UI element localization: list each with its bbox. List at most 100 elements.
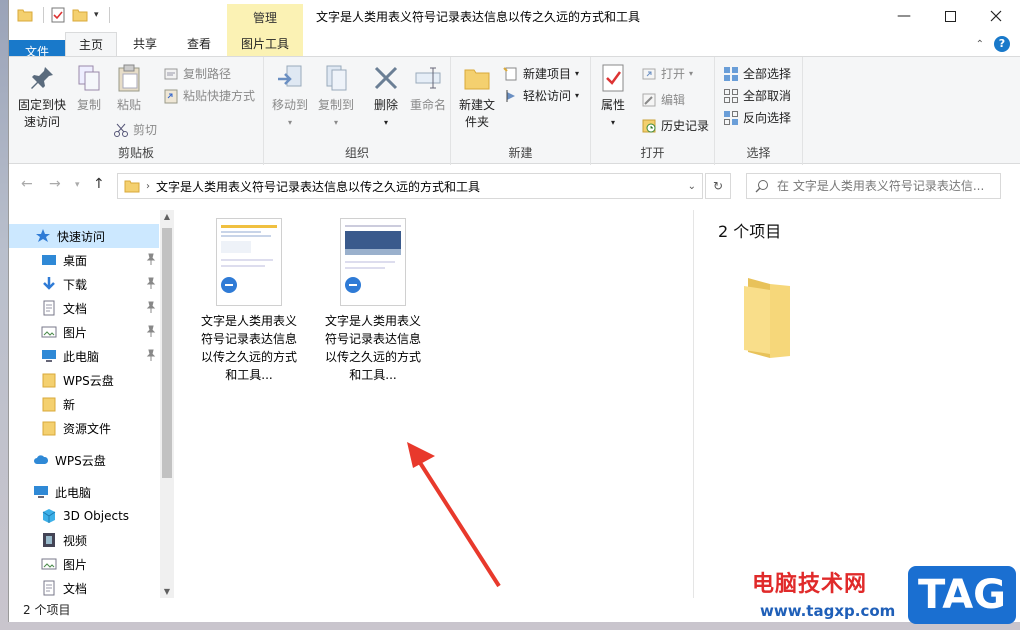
close-button[interactable] xyxy=(973,0,1019,32)
new-item-button[interactable]: 新建项目 ▾ xyxy=(503,65,579,82)
help-icon[interactable]: ? xyxy=(994,36,1010,52)
nav-item-pc-documents[interactable]: 文档 xyxy=(9,576,159,600)
nav-scrollbar[interactable]: ▲ ▼ xyxy=(160,210,174,598)
pin-icon[interactable] xyxy=(145,325,157,337)
pin-icon[interactable] xyxy=(145,277,157,289)
move-to-button[interactable]: 移动到 ▾ xyxy=(268,63,312,131)
copy-button[interactable]: 复制 xyxy=(71,63,107,114)
new-folder-icon xyxy=(464,69,490,90)
open-button[interactable]: 打开 ▾ xyxy=(641,65,693,82)
watermark-logo: TAG xyxy=(908,566,1016,624)
new-folder-icon[interactable] xyxy=(72,7,88,23)
nav-item-documents[interactable]: 文档 xyxy=(9,296,159,320)
nav-item-new-folder[interactable]: 新 xyxy=(9,392,159,416)
properties-check-icon[interactable] xyxy=(50,7,66,23)
rename-label: 重命名 xyxy=(409,98,446,112)
nav-item-resources[interactable]: 资源文件 xyxy=(9,416,159,440)
file-item[interactable]: 文字是人类用表义符号记录表达信息以传之久远的方式和工具... xyxy=(323,218,423,384)
nav-wps-cloud[interactable]: WPS云盘 xyxy=(9,448,159,472)
properties-button[interactable]: 属性 ▾ xyxy=(595,63,631,131)
rename-button[interactable]: 重命名 xyxy=(406,63,450,114)
search-input[interactable] xyxy=(777,179,987,193)
nav-item-pictures[interactable]: 图片 xyxy=(9,320,159,344)
nav-this-pc[interactable]: 此电脑 xyxy=(9,480,159,504)
nav-item-wps-cloud-folder[interactable]: WPS云盘 xyxy=(9,368,159,392)
tab-share[interactable]: 共享 xyxy=(119,32,171,56)
forward-arrow-icon[interactable]: → xyxy=(49,176,61,192)
nav-label: 图片 xyxy=(63,557,88,572)
document-icon xyxy=(43,580,55,596)
paste-shortcut-button[interactable]: 粘贴快捷方式 xyxy=(163,87,255,104)
up-arrow-icon[interactable]: ↑ xyxy=(93,176,105,192)
watermark: 电脑技术网 www.tagxp.com TAG xyxy=(752,566,1020,630)
divider xyxy=(108,7,110,23)
folder-icon[interactable] xyxy=(17,7,33,23)
preview-pane: 2 个项目 xyxy=(693,210,1020,598)
group-open: 属性 ▾ 打开 ▾ 编辑 历史记录 打开 xyxy=(591,57,715,165)
minimize-button[interactable]: — xyxy=(881,0,927,32)
nav-item-videos[interactable]: 视频 xyxy=(9,528,159,552)
folder-icon xyxy=(42,373,56,388)
nav-label: 下载 xyxy=(63,277,88,292)
nav-item-this-pc[interactable]: 此电脑 xyxy=(9,344,159,368)
recent-chevron-icon[interactable]: ▾ xyxy=(75,180,80,190)
title-bar: ▾ 管理 文字是人类用表义符号记录表达信息以传之久远的方式和工具 — xyxy=(9,0,1020,32)
scissors-icon xyxy=(114,123,128,137)
select-all-button[interactable]: 全部选择 xyxy=(723,65,791,82)
tab-manage[interactable]: 管理 xyxy=(227,4,303,32)
tab-view[interactable]: 查看 xyxy=(173,32,225,56)
new-item-icon xyxy=(503,66,517,80)
file-item[interactable]: 文字是人类用表义符号记录表达信息以传之久远的方式和工具... xyxy=(199,218,299,384)
invert-selection-button[interactable]: 反向选择 xyxy=(723,109,791,126)
nav-item-3d-objects[interactable]: 3D Objects xyxy=(9,504,159,528)
chevron-down-icon: ▾ xyxy=(610,118,615,127)
back-arrow-icon[interactable]: ← xyxy=(21,176,33,192)
tab-home[interactable]: 主页 xyxy=(65,32,117,56)
pin-icon[interactable] xyxy=(145,301,157,313)
select-none-icon xyxy=(724,88,738,103)
chevron-down-icon[interactable]: ▾ xyxy=(94,10,99,20)
address-bar[interactable]: › 文字是人类用表义符号记录表达信息以传之久远的方式和工具 ⌄ xyxy=(117,173,703,199)
select-none-button[interactable]: 全部取消 xyxy=(723,87,791,104)
scroll-down-icon[interactable]: ▼ xyxy=(160,587,174,596)
chevron-down-icon[interactable]: ⌄ xyxy=(688,181,696,192)
nav-label: 桌面 xyxy=(63,253,88,268)
divider xyxy=(43,7,44,23)
easy-access-button[interactable]: 轻松访问 ▾ xyxy=(503,87,579,104)
nav-item-desktop[interactable]: 桌面 xyxy=(9,248,159,272)
cube-icon xyxy=(42,509,56,523)
nav-item-downloads[interactable]: 下载 xyxy=(9,272,159,296)
chevron-down-icon: ▾ xyxy=(575,69,580,78)
maximize-button[interactable] xyxy=(927,0,973,32)
quick-access-toolbar: ▾ xyxy=(17,7,110,23)
search-box[interactable] xyxy=(746,173,1001,199)
cut-button[interactable]: 剪切 xyxy=(113,121,157,138)
watermark-site-name: 电脑技术网 xyxy=(752,572,868,597)
tab-picture-tools[interactable]: 图片工具 xyxy=(227,32,303,56)
breadcrumb-path[interactable]: 文字是人类用表义符号记录表达信息以传之久远的方式和工具 xyxy=(156,178,480,195)
new-folder-button[interactable]: 新建文件夹 xyxy=(455,63,499,131)
scrollbar-thumb[interactable] xyxy=(162,228,172,478)
chevron-up-icon[interactable]: ⌃ xyxy=(976,39,984,50)
chevron-down-icon: ▾ xyxy=(689,69,694,78)
edit-button[interactable]: 编辑 xyxy=(641,91,685,108)
chevron-down-icon: ▾ xyxy=(383,118,388,127)
refresh-button[interactable]: ↻ xyxy=(705,173,731,199)
nav-quick-access[interactable]: 快速访问 xyxy=(9,224,159,248)
pin-icon[interactable] xyxy=(145,349,157,361)
pin-icon[interactable] xyxy=(145,253,157,265)
breadcrumb-chevron-icon: › xyxy=(146,180,150,192)
paste-button[interactable]: 粘贴 xyxy=(109,63,149,114)
nav-item-pc-pictures[interactable]: 图片 xyxy=(9,552,159,576)
delete-button[interactable]: 删除 ▾ xyxy=(364,63,408,131)
explorer-window: ▾ 管理 文字是人类用表义符号记录表达信息以传之久远的方式和工具 — 文件 主页… xyxy=(8,0,1020,622)
scroll-up-icon[interactable]: ▲ xyxy=(160,212,174,221)
invert-selection-label: 反向选择 xyxy=(743,111,792,125)
nav-label: 此电脑 xyxy=(63,349,100,364)
copy-path-button[interactable]: 复制路径 xyxy=(163,65,231,82)
history-button[interactable]: 历史记录 xyxy=(641,117,709,134)
cloud-icon xyxy=(34,455,49,464)
group-label-clipboard: 剪贴板 xyxy=(117,146,154,160)
pin-quick-access-button[interactable]: 固定到快速访问 xyxy=(13,63,71,131)
copy-to-button[interactable]: 复制到 ▾ xyxy=(314,63,358,131)
